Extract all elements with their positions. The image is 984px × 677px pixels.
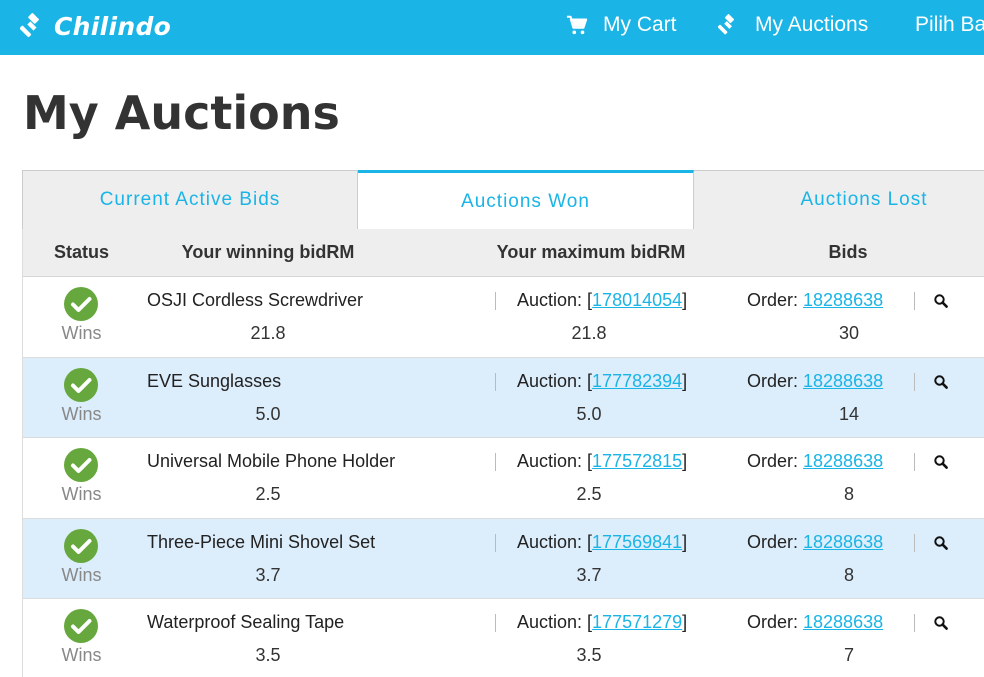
column-divider <box>495 453 496 471</box>
maximum-bid-value: 3.7 <box>576 564 602 585</box>
table-row: Wins Universal Mobile Phone Holder 2.5 A… <box>22 438 984 519</box>
nav-my-auctions[interactable]: My Auctions <box>718 10 868 40</box>
status-label: Wins <box>61 484 102 504</box>
page-title: My Auctions <box>23 86 340 140</box>
winning-bid-value: 2.5 <box>255 484 281 504</box>
column-divider <box>914 292 915 310</box>
search-icon[interactable] <box>933 615 949 631</box>
table-row: Wins OSJI Cordless Screwdriver 21.8 Auct… <box>22 277 984 358</box>
header-maximum-bid: Your maximum bidRM <box>496 242 686 262</box>
check-circle-icon <box>64 448 98 482</box>
gavel-icon <box>20 13 39 38</box>
order-id-link[interactable]: 18288638 <box>803 451 883 471</box>
maximum-bid-value: 2.5 <box>576 484 602 504</box>
auction-reference: Auction: [177569841] <box>517 531 688 552</box>
column-divider <box>495 292 496 310</box>
order-reference: Order: 18288638 <box>747 531 884 552</box>
table-header: Status Your winning bidRM Your maximum b… <box>22 229 984 277</box>
order-id-link[interactable]: 18288638 <box>803 612 883 632</box>
auctions-won-table: Wins OSJI Cordless Screwdriver 21.8 Auct… <box>22 277 984 677</box>
status-label: Wins <box>61 564 102 585</box>
table-row: Wins Waterproof Sealing Tape 3.5 Auction… <box>22 599 984 677</box>
winning-bid-value: 3.7 <box>255 564 281 585</box>
auction-id-link[interactable]: 178014054 <box>592 290 682 310</box>
column-divider <box>495 614 496 632</box>
search-icon[interactable] <box>933 454 949 470</box>
item-name: OSJI Cordless Screwdriver <box>147 290 364 310</box>
auction-tabs: Current Active Bids Auctions Won Auction… <box>22 170 984 230</box>
table-row: Wins Three-Piece Mini Shovel Set 3.7 Auc… <box>22 518 984 599</box>
order-id-link[interactable]: 18288638 <box>803 371 883 391</box>
tab-auctions-lost[interactable]: Auctions Lost <box>694 171 984 229</box>
auction-reference: Auction: [177782394] <box>517 370 688 391</box>
check-circle-icon <box>64 609 98 643</box>
check-circle-icon <box>64 528 98 563</box>
header-winning-bid: Your winning bidRM <box>181 242 355 262</box>
item-name: EVE Sunglasses <box>147 370 282 391</box>
auction-id-link[interactable]: 177569841 <box>592 532 682 552</box>
auction-id-link[interactable]: 177572815 <box>592 451 682 471</box>
brand-name: Chilindo <box>54 11 172 41</box>
bids-count: 8 <box>843 564 854 585</box>
maximum-bid-value: 3.5 <box>576 645 602 665</box>
column-divider <box>914 372 915 391</box>
bids-count: 14 <box>838 403 860 424</box>
auction-reference: Auction: [177571279] <box>517 612 688 632</box>
nav-language[interactable]: Pilih Ba <box>915 10 984 40</box>
auction-reference: Auction: [178014054] <box>517 290 688 310</box>
bids-count: 30 <box>838 323 860 343</box>
brand-logo[interactable]: Chilindo <box>20 8 171 44</box>
column-divider <box>495 533 496 552</box>
order-reference: Order: 18288638 <box>747 290 884 310</box>
status-label: Wins <box>61 323 102 343</box>
winning-bid-value: 3.5 <box>255 645 281 665</box>
auction-id-link[interactable]: 177782394 <box>592 371 682 391</box>
maximum-bid-value: 21.8 <box>571 323 607 343</box>
check-circle-icon <box>64 287 98 321</box>
header-status: Status <box>53 242 109 262</box>
cart-icon <box>566 15 588 35</box>
order-id-link[interactable]: 18288638 <box>803 290 883 310</box>
search-icon[interactable] <box>933 535 949 551</box>
bids-count: 7 <box>843 645 854 665</box>
order-reference: Order: 18288638 <box>747 451 884 471</box>
column-divider <box>495 372 496 391</box>
auction-id-link[interactable]: 177571279 <box>592 612 682 632</box>
header-bids: Bids <box>828 242 868 262</box>
table-row: Wins EVE Sunglasses 5.0 Auction: [177782… <box>22 357 984 438</box>
winning-bid-value: 5.0 <box>255 403 281 424</box>
search-icon[interactable] <box>933 374 949 390</box>
nav-my-auctions-label: My Auctions <box>755 13 869 36</box>
column-divider <box>914 614 915 632</box>
maximum-bid-value: 5.0 <box>576 403 602 424</box>
search-icon[interactable] <box>933 293 949 309</box>
gavel-icon <box>718 14 734 35</box>
item-name: Three-Piece Mini Shovel Set <box>147 531 376 552</box>
tab-auctions-won[interactable]: Auctions Won <box>358 170 694 230</box>
bids-count: 8 <box>843 484 854 504</box>
nav-language-label: Pilih Ba <box>915 13 984 36</box>
status-label: Wins <box>61 645 102 665</box>
check-circle-icon <box>64 367 98 402</box>
winning-bid-value: 21.8 <box>250 323 286 343</box>
auction-reference: Auction: [177572815] <box>517 451 688 471</box>
item-name: Universal Mobile Phone Holder <box>147 451 396 471</box>
item-name: Waterproof Sealing Tape <box>147 612 345 632</box>
order-reference: Order: 18288638 <box>747 612 884 632</box>
nav-my-cart[interactable]: My Cart <box>566 10 677 40</box>
status-label: Wins <box>61 403 102 424</box>
column-divider <box>914 533 915 552</box>
nav-my-cart-label: My Cart <box>603 13 677 36</box>
order-id-link[interactable]: 18288638 <box>803 532 883 552</box>
order-reference: Order: 18288638 <box>747 370 884 391</box>
top-navbar: Chilindo My Cart My Auctions Pilih Ba <box>0 0 984 55</box>
column-divider <box>914 453 915 471</box>
tab-current-active-bids[interactable]: Current Active Bids <box>23 171 358 229</box>
